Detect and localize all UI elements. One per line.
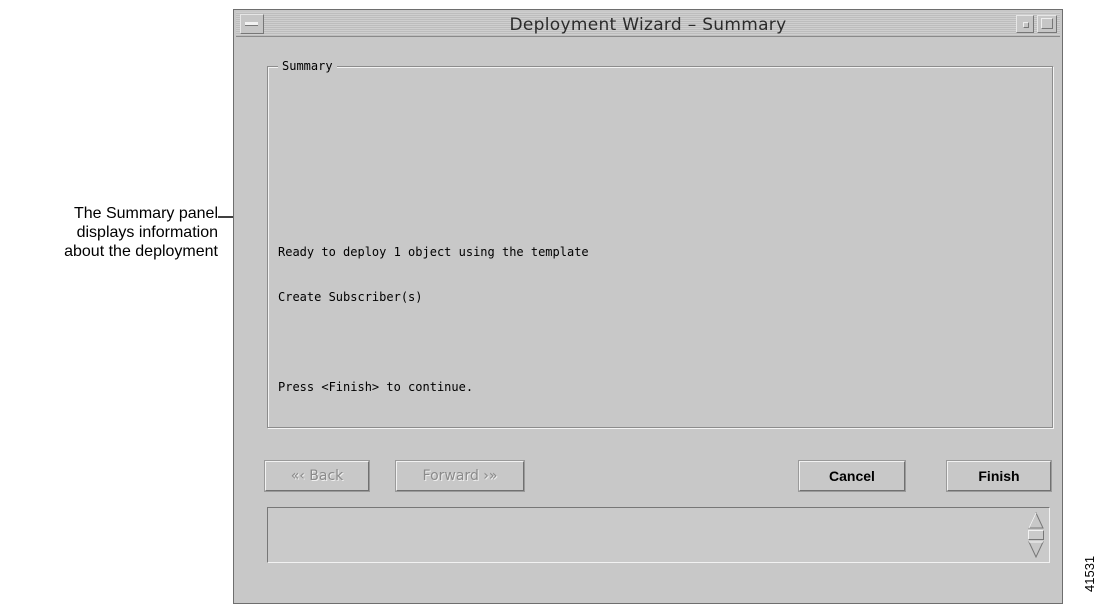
- status-message-area[interactable]: [267, 507, 1050, 563]
- deployment-wizard-window: Deployment Wizard – Summary Summary Read…: [233, 9, 1063, 604]
- finish-button[interactable]: Finish: [946, 460, 1052, 492]
- scrollbar-track[interactable]: [1028, 530, 1044, 540]
- summary-line-1: Ready to deploy 1 object using the templ…: [278, 245, 589, 259]
- scroll-down-arrow-icon[interactable]: [1028, 541, 1044, 558]
- summary-line-3: [278, 335, 589, 350]
- callout-line-3: about the deployment: [64, 243, 218, 260]
- callout-line-1: The Summary panel: [73, 205, 218, 222]
- figure-id: 41531: [1082, 555, 1097, 592]
- summary-panel-label: Summary: [278, 59, 337, 73]
- minimize-icon[interactable]: [1016, 15, 1034, 33]
- summary-line-4: Press <Finish> to continue.: [278, 380, 474, 394]
- summary-text: Ready to deploy 1 object using the templ…: [278, 215, 589, 425]
- window-title: Deployment Wizard – Summary: [509, 15, 787, 35]
- maximize-icon[interactable]: [1037, 15, 1057, 33]
- summary-line-2: Create Subscriber(s): [278, 290, 423, 304]
- callout-line-2: displays information: [76, 224, 218, 241]
- cancel-button[interactable]: Cancel: [798, 460, 906, 492]
- title-bar[interactable]: Deployment Wizard – Summary: [236, 12, 1060, 37]
- forward-button[interactable]: Forward ›»: [395, 460, 525, 492]
- callout-annotation: The Summary panel displays information a…: [0, 204, 218, 261]
- back-button[interactable]: «‹ Back: [264, 460, 370, 492]
- scroll-up-arrow-icon[interactable]: [1028, 512, 1044, 529]
